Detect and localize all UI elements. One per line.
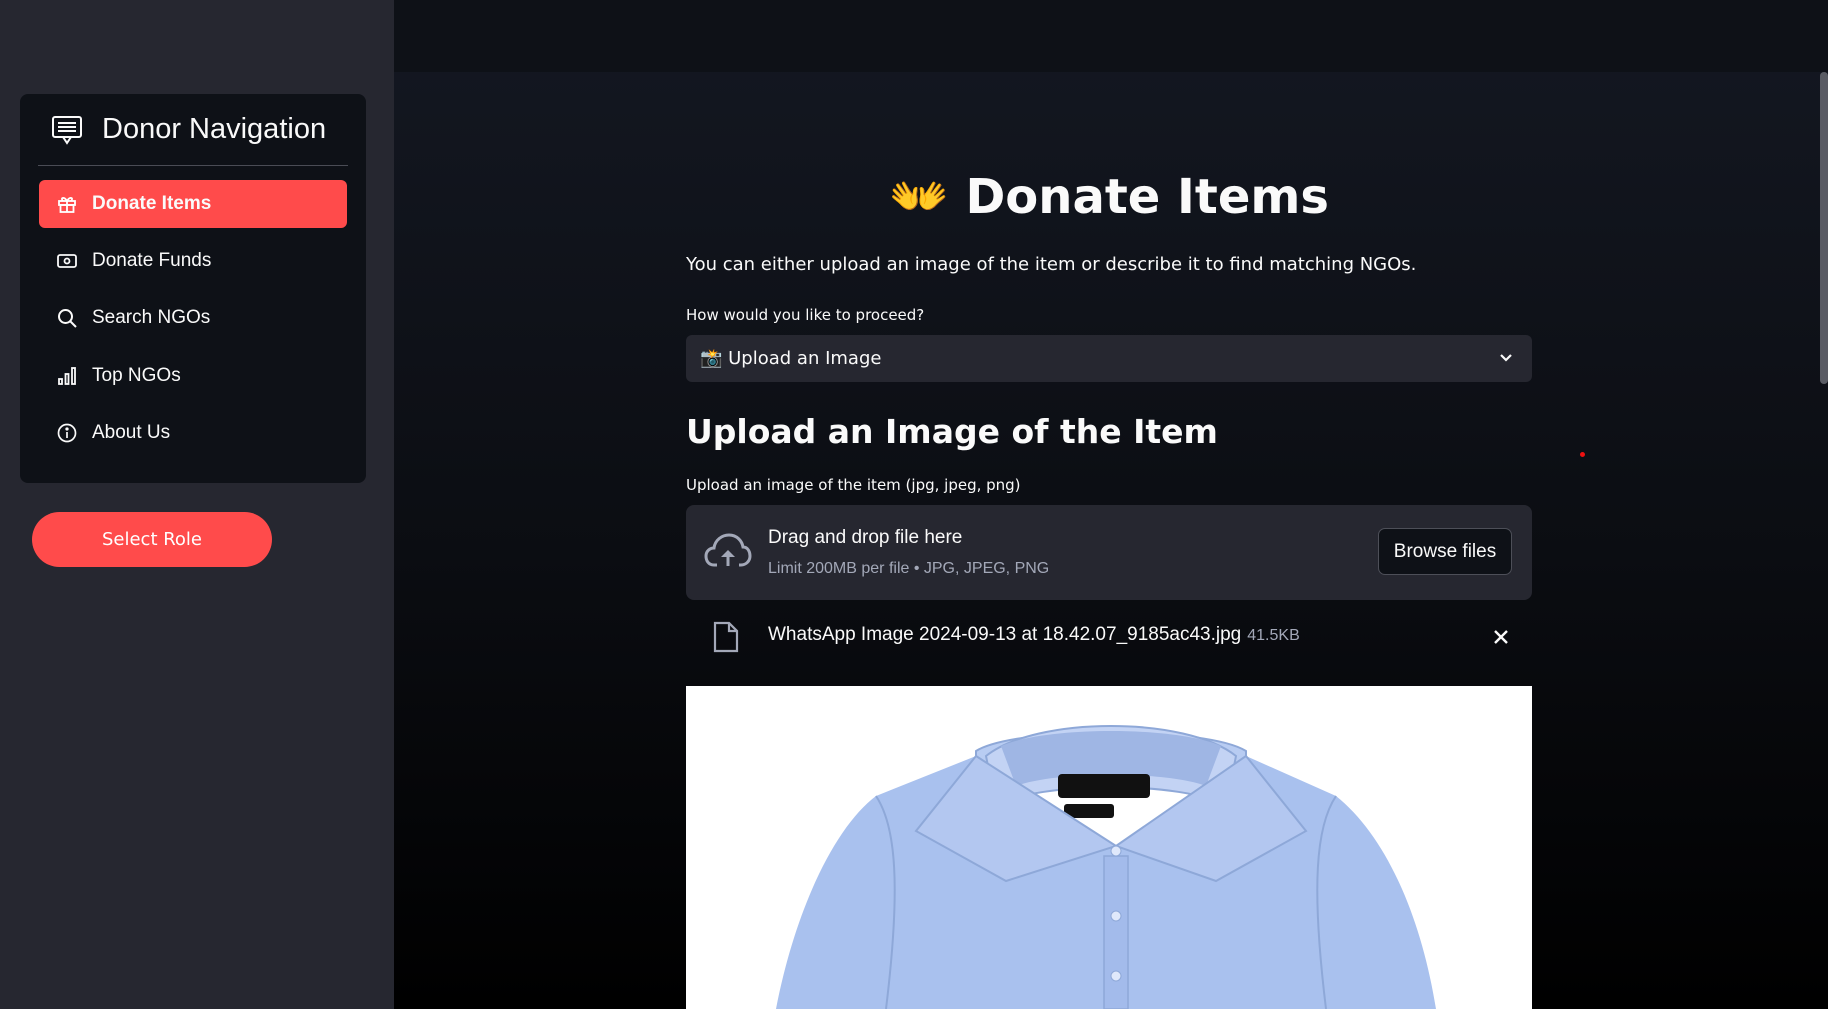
- file-icon: [713, 621, 739, 658]
- cash-icon: [56, 250, 78, 272]
- search-icon: [56, 307, 78, 329]
- sidebar-item-label: Donate Items: [92, 193, 212, 214]
- main-area: 👐 Donate Items You can either upload an …: [394, 0, 1828, 1009]
- nav-menu: Donor Navigation Donate Items Donate Fun…: [20, 94, 366, 483]
- nav-title: Donor Navigation: [102, 113, 327, 145]
- image-preview: [686, 686, 1532, 1009]
- sidebar-item-label: About Us: [92, 422, 171, 443]
- sidebar-item-search-ngos[interactable]: Search NGOs: [39, 294, 347, 342]
- cursor-dot: [1580, 452, 1585, 457]
- page-title: 👐 Donate Items: [888, 169, 1329, 225]
- scrollbar[interactable]: [1820, 72, 1828, 384]
- dropzone-text: Drag and drop file here: [768, 527, 963, 548]
- sidebar-item-about-us[interactable]: About Us: [39, 409, 347, 457]
- sidebar: Donor Navigation Donate Items Donate Fun…: [0, 0, 394, 1009]
- select-role-button[interactable]: Select Role: [32, 512, 272, 567]
- page-subtitle: You can either upload an image of the it…: [686, 254, 1417, 275]
- bar-chart-icon: [56, 365, 78, 387]
- info-circle-icon: [56, 422, 78, 444]
- cloud-upload-icon: [704, 532, 752, 577]
- file-name-text: WhatsApp Image 2024-09-13 at 18.42.07_91…: [768, 624, 1242, 645]
- dropzone-limit-text: Limit 200MB per file • JPG, JPEG, PNG: [768, 560, 1050, 577]
- file-name: WhatsApp Image 2024-09-13 at 18.42.07_91…: [768, 624, 1300, 646]
- file-size: 41.5KB: [1247, 627, 1300, 644]
- gift-icon: [56, 193, 78, 215]
- list-alt-icon: [50, 113, 84, 147]
- sidebar-item-label: Donate Funds: [92, 250, 212, 271]
- section-title: Upload an Image of the Item: [686, 412, 1218, 451]
- sidebar-item-label: Search NGOs: [92, 307, 211, 328]
- header-bar: [394, 0, 1828, 72]
- nav-header: Donor Navigation: [38, 94, 348, 166]
- proceed-label: How would you like to proceed?: [686, 306, 925, 324]
- sidebar-item-donate-items[interactable]: Donate Items: [39, 180, 347, 228]
- file-dropzone[interactable]: Drag and drop file here Limit 200MB per …: [686, 505, 1532, 600]
- uploaded-file-row: WhatsApp Image 2024-09-13 at 18.42.07_91…: [686, 612, 1532, 662]
- upload-label: Upload an image of the item (jpg, jpeg, …: [686, 476, 1021, 494]
- shirt-image: [686, 686, 1532, 1009]
- proceed-select[interactable]: 📸 Upload an Image: [686, 335, 1532, 382]
- sidebar-item-top-ngos[interactable]: Top NGOs: [39, 352, 347, 400]
- close-icon[interactable]: [1492, 628, 1510, 651]
- sidebar-item-donate-funds[interactable]: Donate Funds: [39, 237, 347, 285]
- sidebar-item-label: Top NGOs: [92, 365, 181, 386]
- chevron-down-icon: [1498, 349, 1514, 370]
- browse-files-button[interactable]: Browse files: [1378, 528, 1512, 575]
- proceed-select-value: 📸 Upload an Image: [700, 348, 882, 369]
